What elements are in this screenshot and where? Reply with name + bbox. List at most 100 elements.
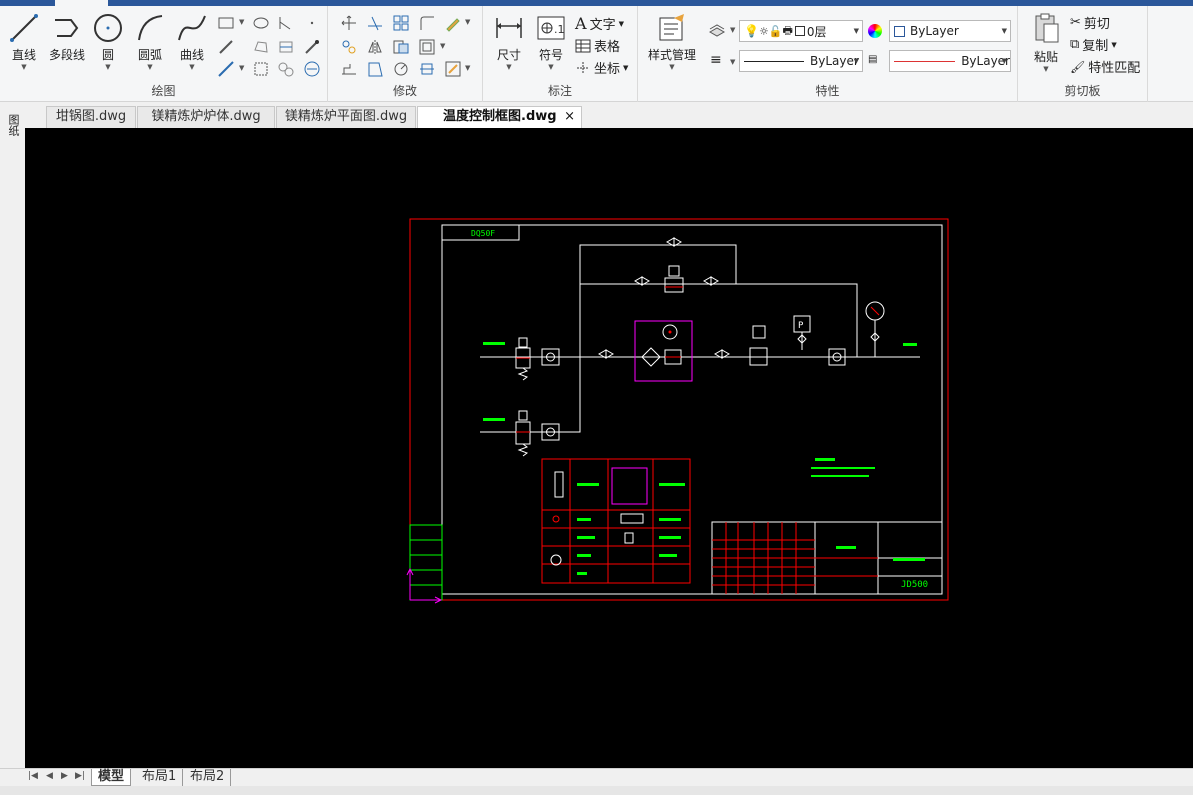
solenoid-valve-top bbox=[664, 277, 684, 293]
first-layout-arrow[interactable]: |◀ bbox=[28, 771, 38, 781]
circle-label: 圆 bbox=[101, 48, 114, 62]
file-tab-4-label: 温度控制框图.dwg bbox=[443, 109, 557, 124]
properties-edit-icon[interactable] bbox=[444, 60, 462, 78]
draw-panel-title: 绘图 bbox=[151, 84, 176, 98]
horizontal-scrollbar[interactable] bbox=[0, 786, 1193, 795]
stretch-icon[interactable] bbox=[392, 38, 410, 56]
technical-notes bbox=[811, 458, 875, 477]
polyline-button[interactable]: 多段线 bbox=[46, 12, 88, 63]
ray-icon[interactable] bbox=[303, 38, 321, 56]
linetype-list-icon[interactable]: ≡ bbox=[710, 52, 722, 68]
dimension-dropdown[interactable]: ▼ bbox=[489, 63, 529, 71]
paste-button[interactable]: 粘贴 ▼ bbox=[1026, 12, 1066, 73]
copy-objects-icon[interactable] bbox=[340, 38, 358, 56]
line-dropdown[interactable]: ▼ bbox=[4, 63, 44, 71]
match-properties-button[interactable]: 🖌 特性匹配 bbox=[1070, 57, 1140, 77]
spline-button[interactable]: 曲线 ▼ bbox=[172, 12, 212, 71]
style-manager-dropdown[interactable]: ▼ bbox=[646, 63, 698, 71]
explode-icon[interactable] bbox=[418, 60, 436, 78]
circle-button[interactable]: 圆 ▼ bbox=[88, 12, 128, 71]
layer-manager-dropdown[interactable]: ▼ bbox=[730, 26, 735, 34]
xline-icon[interactable] bbox=[217, 60, 235, 78]
edit-dropdown[interactable]: ▼ bbox=[465, 18, 470, 26]
symbol-dropdown[interactable]: ▼ bbox=[531, 63, 571, 71]
point-icon[interactable] bbox=[303, 14, 321, 32]
file-tab-3[interactable]: 镁精炼炉平面图.dwg bbox=[276, 106, 416, 128]
close-tab-icon[interactable]: × bbox=[564, 107, 575, 127]
fillet-icon[interactable] bbox=[418, 14, 436, 32]
rotate-icon[interactable] bbox=[392, 60, 410, 78]
coordinate-button[interactable]: 坐标 ▼ bbox=[575, 58, 628, 77]
prev-layout-arrow[interactable]: ◀ bbox=[46, 771, 53, 781]
coordinate-label: 坐标 bbox=[594, 62, 621, 77]
color-wheel-icon[interactable] bbox=[868, 24, 882, 38]
revcloud-icon[interactable] bbox=[303, 60, 321, 78]
dimension-button[interactable]: 尺寸 ▼ bbox=[489, 12, 529, 71]
text-button[interactable]: A 文字 ▼ bbox=[575, 14, 624, 33]
construction-line-icon[interactable] bbox=[217, 38, 235, 56]
line-icon bbox=[10, 14, 38, 42]
file-tab-1[interactable]: 坩锅图.dwg bbox=[46, 106, 136, 128]
dimension-icon bbox=[496, 18, 522, 38]
angle-icon[interactable] bbox=[277, 14, 295, 32]
layout-tab-1-label: 布局1 bbox=[142, 769, 177, 784]
last-layout-arrow[interactable]: ▶| bbox=[75, 771, 85, 781]
table-button[interactable]: 表格 bbox=[575, 36, 620, 55]
arc-icon bbox=[138, 15, 163, 41]
trim-icon[interactable] bbox=[366, 14, 384, 32]
paste-dropdown[interactable]: ▼ bbox=[1026, 65, 1066, 73]
inlet-valve-2 bbox=[515, 410, 560, 457]
file-tab-4[interactable]: 温度控制框图.dwg × bbox=[417, 106, 582, 128]
mirror-icon[interactable] bbox=[366, 38, 384, 56]
cad-drawing: DQ50F P JD500 bbox=[406, 218, 949, 604]
wipeout-icon[interactable] bbox=[277, 38, 295, 56]
array-icon[interactable] bbox=[392, 14, 410, 32]
rectangle-dropdown[interactable]: ▼ bbox=[239, 18, 244, 26]
move-icon[interactable] bbox=[340, 14, 358, 32]
layout-tab-model[interactable]: 模型 bbox=[91, 769, 132, 786]
stretch-tool-icon[interactable] bbox=[340, 60, 358, 78]
circle-icon bbox=[94, 14, 122, 42]
modify-panel-title: 修改 bbox=[392, 84, 417, 98]
linetype-combo[interactable]: ByLayer ▼ bbox=[739, 50, 863, 72]
ribbon: 直线 ▼ 多段线 圆 ▼ 圆弧 ▼ 曲线 ▼ ▼ ▼ 绘图 ▼ ▼ ▼ 修改 尺… bbox=[0, 6, 1193, 102]
cut-label: 剪切 bbox=[1083, 17, 1110, 32]
line-button[interactable]: 直线 ▼ bbox=[4, 12, 44, 71]
text-icon: A bbox=[575, 14, 587, 33]
layer-combo[interactable]: 💡 ☼ 🔓 🖶 0层 ▼ bbox=[739, 20, 863, 42]
scale-icon[interactable] bbox=[366, 60, 384, 78]
cut-button[interactable]: ✂ 剪切 bbox=[1070, 13, 1110, 32]
rectangle-icon[interactable] bbox=[217, 14, 235, 32]
style-manager-button[interactable]: 样式管理 ▼ bbox=[646, 12, 698, 71]
arc-button[interactable]: 圆弧 ▼ bbox=[130, 12, 170, 71]
layout-tab-1[interactable]: 布局1 bbox=[136, 769, 184, 786]
draw-panel: 直线 ▼ 多段线 圆 ▼ 圆弧 ▼ 曲线 ▼ ▼ ▼ 绘图 bbox=[0, 6, 328, 102]
circle-dropdown[interactable]: ▼ bbox=[88, 63, 128, 71]
xline-dropdown[interactable]: ▼ bbox=[239, 64, 244, 72]
layout-tab-2[interactable]: 布局2 bbox=[184, 769, 232, 786]
file-tab-2[interactable]: 镁精炼炉炉体.dwg bbox=[137, 106, 275, 128]
arc-dropdown[interactable]: ▼ bbox=[130, 63, 170, 71]
lineweight-combo[interactable]: ByLayer ▼ bbox=[889, 50, 1011, 72]
offset-dropdown[interactable]: ▼ bbox=[440, 42, 445, 50]
color-combo[interactable]: ByLayer ▼ bbox=[889, 20, 1011, 42]
symbol-button[interactable]: .1 符号 ▼ bbox=[531, 12, 571, 71]
copy-button[interactable]: ⧉ 复制 ▼ bbox=[1070, 35, 1117, 54]
boundary-icon[interactable] bbox=[277, 60, 295, 78]
layer-value: 0层 bbox=[806, 24, 827, 39]
drawing-canvas[interactable]: DQ50F P JD500 bbox=[25, 128, 1193, 768]
edit-pencil-icon[interactable] bbox=[444, 14, 462, 32]
next-layout-arrow[interactable]: ▶ bbox=[61, 771, 68, 781]
spline-dropdown[interactable]: ▼ bbox=[172, 63, 212, 71]
linetype-list-dropdown[interactable]: ▼ bbox=[730, 58, 735, 66]
lineweight-icon[interactable]: ▤ bbox=[868, 54, 878, 65]
legend-table bbox=[541, 458, 691, 584]
properties-edit-dropdown[interactable]: ▼ bbox=[465, 64, 470, 72]
drawing-sheets-toggle[interactable]: 图纸 bbox=[4, 114, 20, 136]
region-icon[interactable] bbox=[252, 38, 270, 56]
offset-icon[interactable] bbox=[418, 38, 436, 56]
svg-text:P: P bbox=[798, 321, 804, 331]
ellipse-icon[interactable] bbox=[252, 14, 270, 32]
hatch-icon[interactable] bbox=[252, 60, 270, 78]
layer-manager-icon[interactable] bbox=[708, 22, 726, 40]
